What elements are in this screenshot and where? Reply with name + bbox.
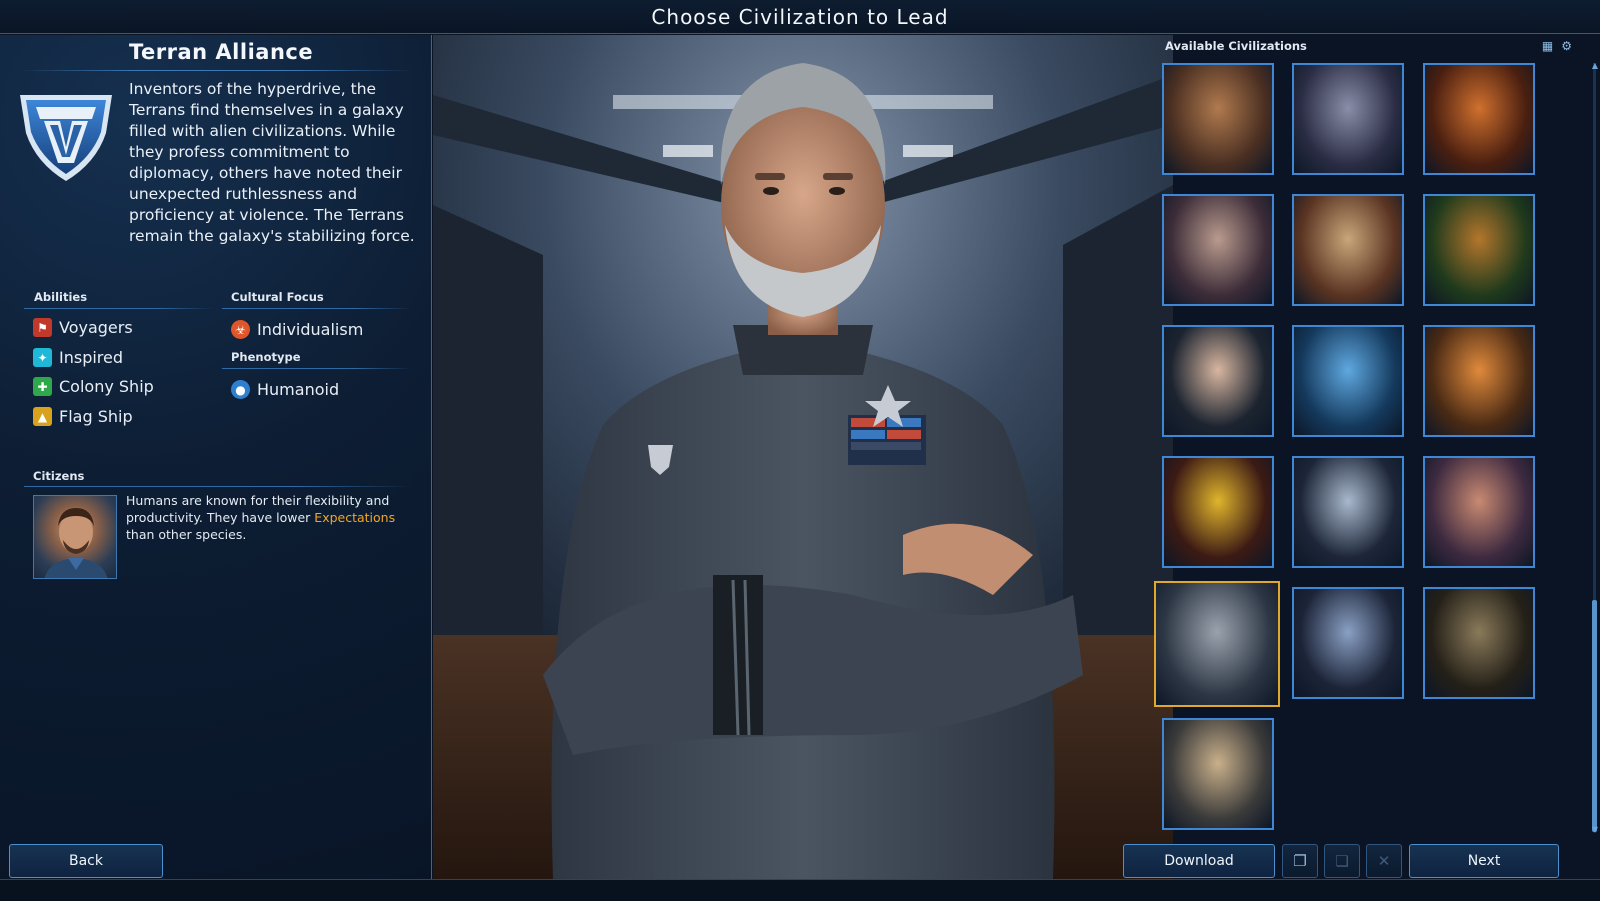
bottom-bar [0,879,1600,901]
flag-ship-icon: ▲ [33,407,52,426]
citizen-description: Humans are known for their flexibility a… [126,493,396,542]
next-button[interactable]: Next [1409,844,1559,878]
copy-icon: ❐ [1293,852,1307,870]
copy-button[interactable]: ❐ [1282,844,1318,878]
civ-portrait-10[interactable] [1162,456,1274,568]
expectations-link[interactable]: Expectations [314,510,395,525]
phenotype-label: Humanoid [257,380,340,399]
scrollbar-thumb[interactable] [1592,600,1597,832]
civ-description: Inventors of the hyperdrive, the Terrans… [129,80,415,245]
terran-alliance-emblem-icon [20,95,112,181]
settings-icon[interactable]: ⚙ [1561,39,1572,53]
civ-portrait-2[interactable] [1292,63,1404,175]
civ-portrait-3[interactable] [1423,63,1535,175]
ability-voyagers[interactable]: ⚑ Voyagers [33,318,133,337]
grid-tools: ▦ ⚙ [1542,39,1572,53]
divider [222,308,412,309]
citizens-heading: Citizens [33,469,85,483]
leader-hero-image [433,35,1173,879]
civ-portrait-9[interactable] [1423,325,1535,437]
voyagers-icon: ⚑ [33,318,52,337]
ability-inspired[interactable]: ✦ Inspired [33,348,123,367]
civ-portrait-5[interactable] [1292,194,1404,306]
human-citizen-icon [44,508,108,578]
leader-portrait-icon [433,35,1173,879]
title-bar: Choose Civilization to Lead [0,0,1600,34]
ability-colony-ship[interactable]: ✚ Colony Ship [33,377,154,396]
divider [222,368,412,369]
civ-portrait-13[interactable] [1154,581,1280,707]
paste-button[interactable]: ❏ [1324,844,1360,878]
civ-name: Terran Alliance [129,40,314,64]
civ-portrait-16[interactable] [1162,718,1274,830]
page-title: Choose Civilization to Lead [651,5,949,29]
civ-portrait-1[interactable] [1162,63,1274,175]
phenotype-humanoid[interactable]: ● Humanoid [231,380,339,399]
humanoid-icon: ● [231,380,250,399]
civ-portrait-7[interactable] [1162,325,1274,437]
grid-view-icon[interactable]: ▦ [1542,39,1553,53]
scroll-up-icon[interactable]: ▲ [1592,61,1598,70]
civilization-grid-panel: Available Civilizations ▦ ⚙ ▲ ▼ [1154,35,1600,879]
cultural-focus-heading: Cultural Focus [231,290,324,304]
back-button[interactable]: Back [9,844,163,878]
download-button[interactable]: Download [1123,844,1275,878]
civ-portrait-11[interactable] [1292,456,1404,568]
ability-label: Inspired [59,348,124,367]
inspired-icon: ✦ [33,348,52,367]
civ-portrait-4[interactable] [1162,194,1274,306]
delete-icon: ✕ [1377,852,1391,870]
delete-button[interactable]: ✕ [1366,844,1402,878]
ability-label: Voyagers [59,318,133,337]
available-civilizations-heading: Available Civilizations [1165,39,1307,53]
divider [24,308,214,309]
individualism-icon: ☣ [231,320,250,339]
ability-label: Flag Ship [59,407,133,426]
civ-info-panel: Terran Alliance Inventors of the hyperdr… [0,35,432,879]
phenotype-heading: Phenotype [231,350,301,364]
scroll-down-icon[interactable]: ▼ [1592,825,1598,834]
divider [18,70,414,71]
citizen-portrait [33,495,117,579]
civ-portrait-15[interactable] [1423,587,1535,699]
civ-portrait-8[interactable] [1292,325,1404,437]
cultural-focus-label: Individualism [257,320,364,339]
cultural-focus-individualism[interactable]: ☣ Individualism [231,320,363,339]
colony-ship-icon: ✚ [33,377,52,396]
civ-portrait-14[interactable] [1292,587,1404,699]
abilities-heading: Abilities [34,290,88,304]
civ-portrait-12[interactable] [1423,456,1535,568]
ability-flag-ship[interactable]: ▲ Flag Ship [33,407,133,426]
paste-icon: ❏ [1335,852,1349,870]
civ-portrait-6[interactable] [1423,194,1535,306]
divider [24,486,412,487]
ability-label: Colony Ship [59,377,154,396]
